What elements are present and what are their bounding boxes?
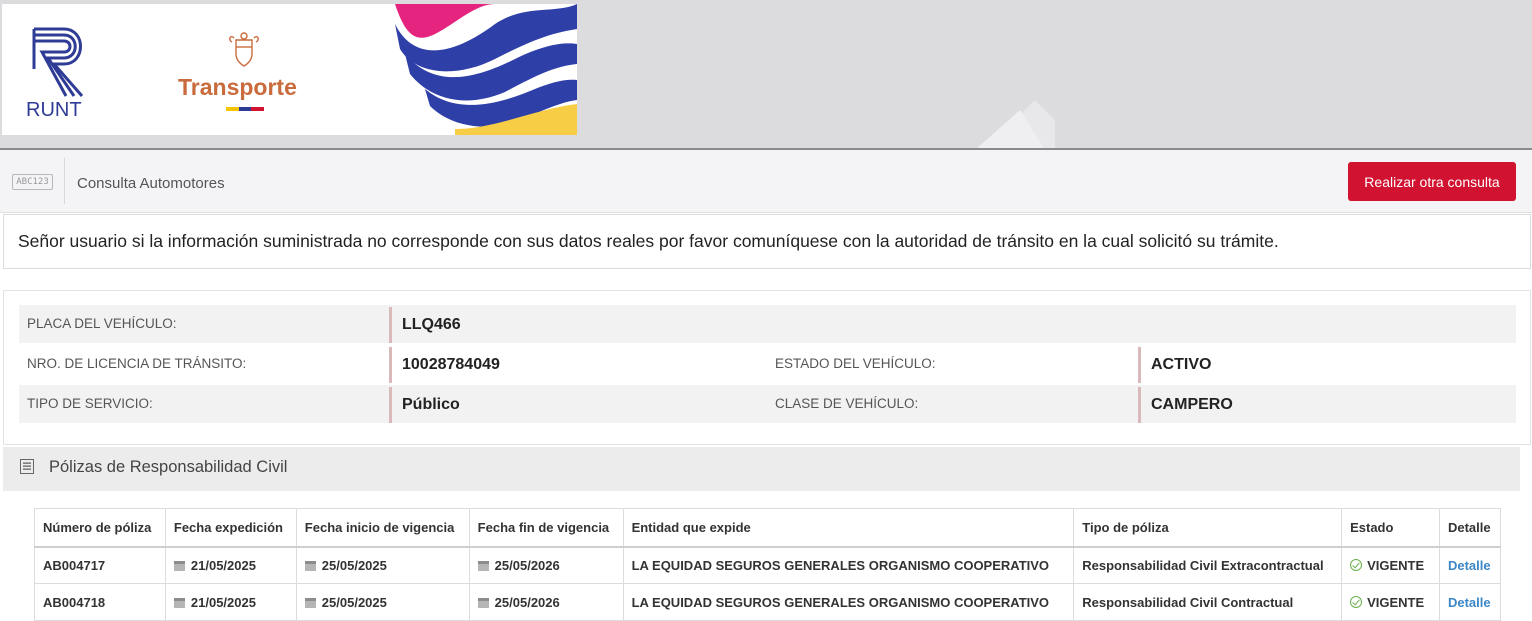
table-row: AB004718 21/05/2025 25/05/2025 25/05/202…: [34, 583, 1502, 621]
detalle-link[interactable]: Detalle: [1448, 595, 1491, 610]
col-detalle: Detalle: [1438, 508, 1502, 548]
estado-label: ESTADO DEL VEHÍCULO:: [775, 356, 936, 371]
entidad: LA EQUIDAD SEGUROS GENERALES ORGANISMO C…: [622, 546, 1075, 584]
placa-value: LLQ466: [389, 307, 461, 343]
info-row-placa: PLACA DEL VEHÍCULO: LLQ466: [19, 305, 1516, 343]
detalle-cell: Detalle: [1438, 546, 1502, 584]
fecha-expedicion-text: 21/05/2025: [190, 594, 256, 610]
servicio-label: TIPO DE SERVICIO:: [27, 396, 153, 411]
col-inicio: Fecha inicio de vigencia: [295, 508, 470, 548]
placa-label: PLACA DEL VEHÍCULO:: [27, 316, 177, 331]
polizas-table: Número de póliza Fecha expedición Fecha …: [34, 508, 1502, 621]
calendar-icon: [477, 560, 489, 571]
runt-logo-text: RUNT: [26, 99, 82, 121]
estado: VIGENTE: [1341, 583, 1440, 621]
poliza-numero: AB004717: [34, 546, 166, 584]
notice-text: Señor usuario si la información suminist…: [18, 231, 1279, 251]
estado-text: VIGENTE: [1367, 557, 1425, 573]
polizas-title: Pólizas de Responsabilidad Civil: [49, 458, 288, 476]
col-fin: Fecha fin de vigencia: [468, 508, 624, 548]
clase-label: CLASE DE VEHÍCULO:: [775, 396, 919, 411]
fecha-fin: 25/05/2026: [468, 583, 624, 621]
tipo-poliza: Responsabilidad Civil Contractual: [1073, 583, 1343, 621]
check-circle-icon: [1350, 558, 1363, 571]
clase-value: CAMPERO: [1138, 387, 1233, 423]
decorative-waves: [395, 4, 577, 135]
entidad: LA EQUIDAD SEGUROS GENERALES ORGANISMO C…: [622, 583, 1075, 621]
calendar-icon: [173, 560, 185, 571]
estado-text: VIGENTE: [1367, 594, 1425, 610]
estado-value: ACTIVO: [1138, 347, 1211, 383]
poliza-numero: AB004718: [34, 583, 166, 621]
fecha-expedicion-text: 21/05/2025: [190, 557, 256, 573]
col-numero: Número de póliza: [34, 508, 166, 548]
decorative-triangles: [975, 100, 1055, 150]
new-query-button[interactable]: Realizar otra consulta: [1348, 162, 1516, 201]
detalle-link[interactable]: Detalle: [1448, 558, 1491, 573]
info-row-servicio: TIPO DE SERVICIO: Público CLASE DE VEHÍC…: [19, 385, 1516, 423]
consulta-bar: [0, 150, 1532, 213]
fecha-inicio: 25/05/2025: [295, 546, 470, 584]
col-expedicion: Fecha expedición: [164, 508, 297, 548]
coat-of-arms-icon: [229, 32, 259, 67]
detalle-cell: Detalle: [1438, 583, 1502, 621]
flag-stripe: [226, 107, 264, 111]
tipo-poliza: Responsabilidad Civil Extracontractual: [1073, 546, 1343, 584]
licencia-label: NRO. DE LICENCIA DE TRÁNSITO:: [27, 356, 247, 371]
fecha-fin: 25/05/2026: [468, 546, 624, 584]
fecha-inicio-text: 25/05/2025: [321, 594, 387, 610]
estado: VIGENTE: [1341, 546, 1440, 584]
table-row: AB004717 21/05/2025 25/05/2025 25/05/202…: [34, 546, 1502, 584]
transporte-logo-text: Transporte: [178, 74, 297, 100]
calendar-icon: [304, 560, 316, 571]
fecha-inicio: 25/05/2025: [295, 583, 470, 621]
license-plate-icon: ABC123: [12, 174, 53, 190]
calendar-icon: [304, 597, 316, 608]
licencia-value: 10028784049: [389, 347, 500, 383]
bar-divider: [64, 158, 65, 204]
fecha-fin-text: 25/05/2026: [494, 557, 560, 573]
calendar-icon: [173, 597, 185, 608]
info-row-licencia: NRO. DE LICENCIA DE TRÁNSITO: 1002878404…: [19, 345, 1516, 383]
consulta-title: Consulta Automotores: [77, 175, 225, 192]
col-tipo: Tipo de póliza: [1073, 508, 1343, 548]
fecha-expedicion: 21/05/2025: [164, 546, 297, 584]
table-header-row: Número de póliza Fecha expedición Fecha …: [34, 508, 1502, 548]
check-circle-icon: [1350, 595, 1363, 608]
col-estado: Estado: [1341, 508, 1440, 548]
fecha-inicio-text: 25/05/2025: [321, 557, 387, 573]
col-entidad: Entidad que expide: [622, 508, 1075, 548]
list-icon: [20, 459, 34, 474]
fecha-fin-text: 25/05/2026: [494, 594, 560, 610]
calendar-icon: [477, 597, 489, 608]
fecha-expedicion: 21/05/2025: [164, 583, 297, 621]
header-banner: RUNT Transporte: [0, 0, 1532, 150]
servicio-value: Público: [389, 387, 460, 423]
